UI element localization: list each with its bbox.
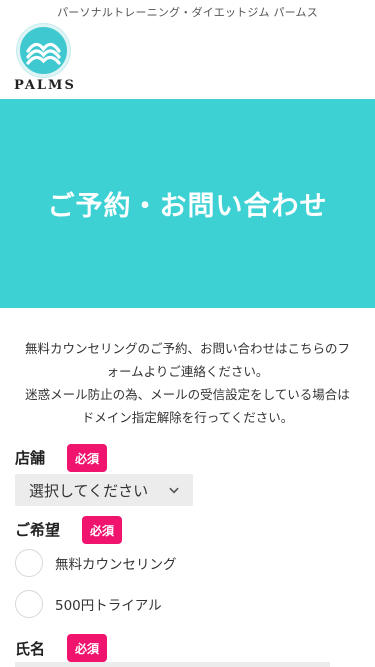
store-select-value: 選択してください: [29, 481, 149, 500]
page-title: ご予約・お問い合わせ: [47, 191, 328, 222]
intro-line: ドメイン指定解除を行ってください。: [81, 410, 294, 425]
name-required-badge: 必須: [67, 634, 108, 662]
radio-option-trial[interactable]: 500円トライアル: [15, 590, 162, 618]
site-header: パーソナルトレーニング・ダイエットジム パームス PALMS: [0, 0, 375, 98]
radio-label: 無料カウンセリング: [55, 557, 177, 573]
intro-line: 迷惑メール防止の為、メールの受信設定をしている場合は: [25, 387, 350, 402]
intro-line: ォームよりご連絡ください。: [106, 364, 269, 379]
intro-text: 無料カウンセリングのご予約、お問い合わせはこちらのフ ォームよりご連絡ください。…: [0, 337, 375, 429]
name-input[interactable]: [15, 662, 330, 667]
store-select[interactable]: 選択してください: [15, 474, 193, 506]
intro-line: 無料カウンセリングのご予約、お問い合わせはこちらのフ: [24, 341, 350, 356]
radio-label: 500円トライアル: [55, 598, 162, 614]
preference-label: ご希望: [15, 521, 61, 539]
chevron-down-icon: [169, 485, 179, 495]
radio-button[interactable]: [15, 590, 43, 618]
palms-wave-logo-icon[interactable]: [17, 24, 70, 77]
radio-option-counseling[interactable]: 無料カウンセリング: [15, 549, 177, 577]
store-label: 店舗: [15, 449, 46, 467]
logo-wordmark[interactable]: PALMS: [14, 78, 76, 93]
hero-banner: ご予約・お問い合わせ: [0, 99, 375, 308]
header-tagline: パーソナルトレーニング・ダイエットジム パームス: [57, 6, 318, 19]
preference-required-badge: 必須: [82, 516, 123, 544]
name-label: 氏名: [15, 640, 46, 658]
radio-button[interactable]: [15, 549, 43, 577]
store-required-badge: 必須: [67, 444, 108, 472]
